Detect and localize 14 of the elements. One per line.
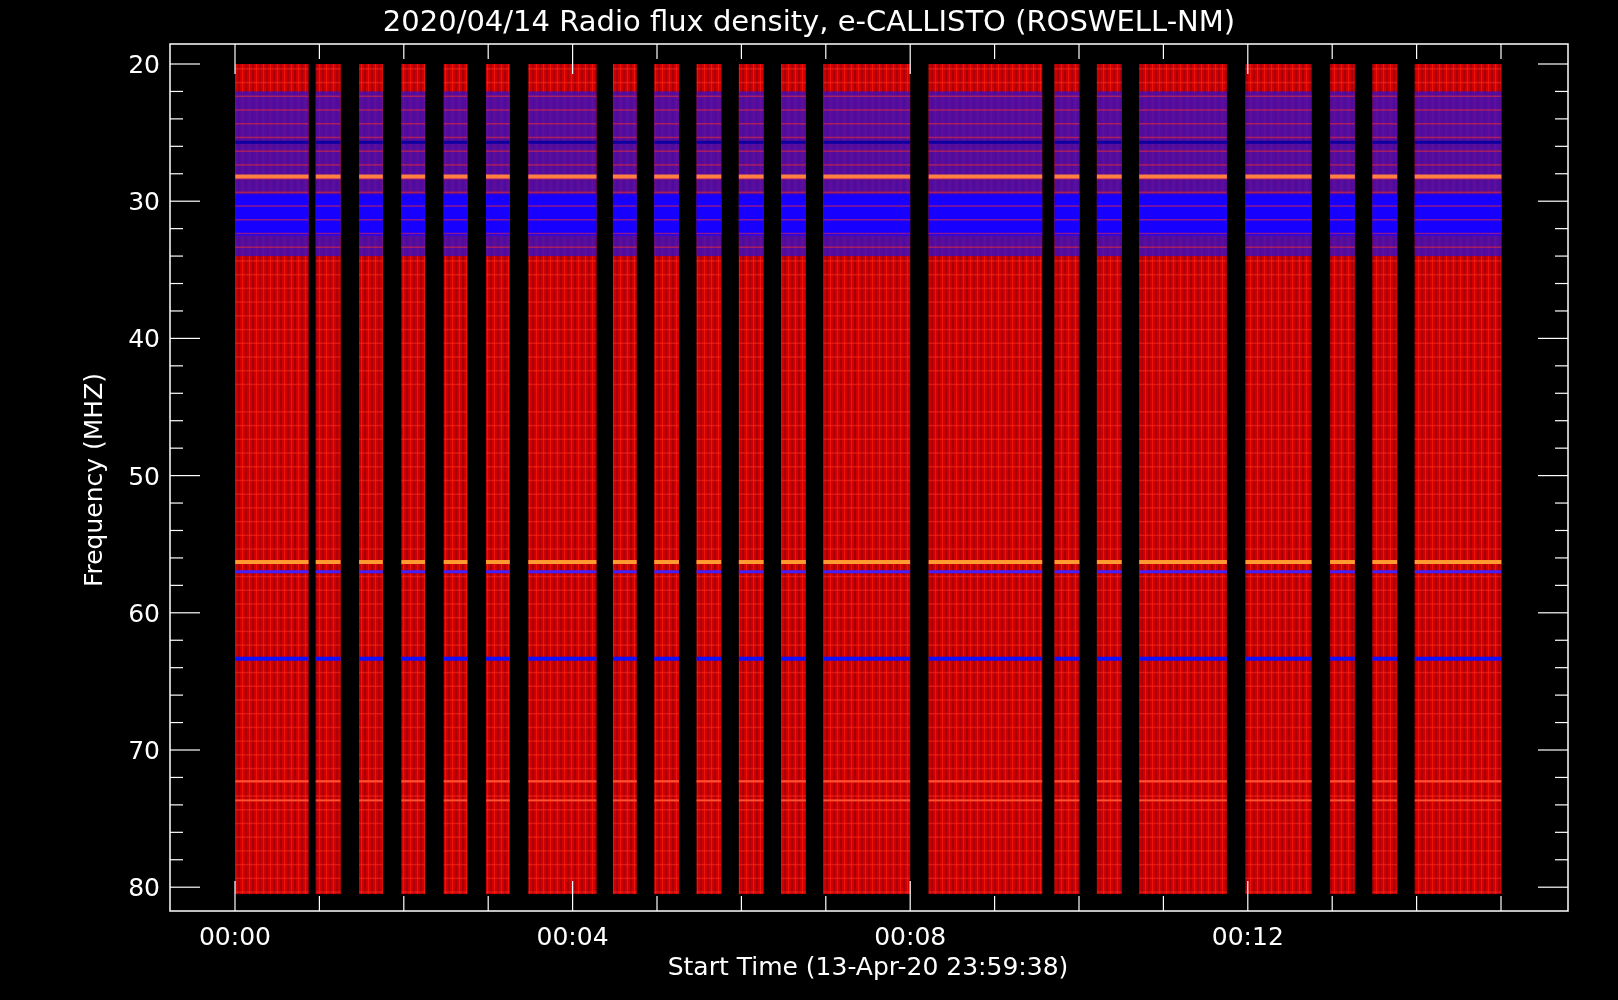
- tick-label: 30: [128, 187, 160, 217]
- plot-title: 2020/04/14 Radio flux density, e-CALLISTO (ROSWELL-NM): [382, 4, 1236, 38]
- tick-label: 80: [128, 873, 160, 903]
- axis-label: Start Time (13-Apr-20 23:59:38): [667, 952, 1069, 981]
- tick-label: 00:00: [199, 922, 271, 951]
- axis-label: Frequency (MHZ): [79, 372, 108, 588]
- tick-label: 40: [128, 324, 160, 354]
- tick-label: 00:04: [536, 922, 609, 951]
- tick-label: 70: [128, 736, 160, 765]
- tick-label: 00:12: [1211, 922, 1284, 951]
- tick-label: 00:08: [874, 922, 947, 951]
- tick-label: 60: [128, 598, 160, 628]
- tick-label: 50: [128, 461, 160, 491]
- tick-label: 20: [128, 50, 160, 79]
